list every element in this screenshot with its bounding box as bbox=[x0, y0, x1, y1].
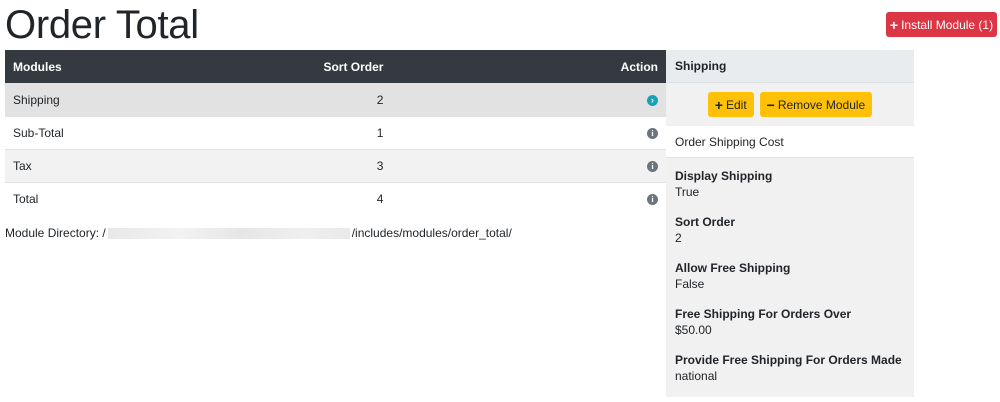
edit-button[interactable]: + Edit bbox=[707, 92, 754, 117]
module-name: Tax bbox=[5, 149, 122, 183]
setting-item: Display Shipping True bbox=[675, 168, 905, 200]
column-header-modules: Modules bbox=[5, 50, 122, 84]
table-header-row: Modules Sort Order Action bbox=[5, 50, 666, 84]
module-description: Order Shipping Cost bbox=[666, 126, 914, 158]
panel-actions: + Edit − Remove Module bbox=[666, 83, 914, 126]
remove-module-label: Remove Module bbox=[777, 97, 866, 112]
setting-key: Provide Free Shipping For Orders Made bbox=[675, 353, 902, 367]
setting-value: True bbox=[675, 185, 700, 199]
info-circle-icon[interactable]: i bbox=[647, 194, 658, 206]
module-name: Shipping bbox=[5, 83, 122, 117]
module-directory-label: Module Directory: / bbox=[5, 226, 106, 240]
table-row[interactable]: Sub-Total 1 i bbox=[5, 116, 666, 150]
module-sort-order: 1 bbox=[121, 116, 573, 150]
setting-key: Free Shipping For Orders Over bbox=[675, 307, 852, 321]
plus-icon: + bbox=[889, 16, 899, 33]
chevron-right-circle-icon[interactable]: › bbox=[647, 95, 658, 107]
redacted-path bbox=[107, 227, 350, 239]
module-name: Sub-Total bbox=[5, 116, 122, 150]
plus-icon: + bbox=[714, 96, 723, 113]
table-row[interactable]: Total 4 i bbox=[5, 182, 666, 215]
minus-icon: − bbox=[766, 96, 775, 113]
setting-item: Allow Free Shipping False bbox=[675, 260, 905, 292]
module-directory: Module Directory: / /includes/modules/or… bbox=[5, 226, 512, 240]
setting-item: Free Shipping For Orders Over $50.00 bbox=[675, 306, 905, 338]
setting-item: Provide Free Shipping For Orders Made na… bbox=[675, 352, 905, 384]
remove-module-button[interactable]: − Remove Module bbox=[759, 92, 873, 117]
panel-title: Shipping bbox=[666, 50, 914, 83]
module-sort-order: 4 bbox=[121, 182, 573, 215]
module-settings: Display Shipping True Sort Order 2 Allow… bbox=[666, 158, 914, 397]
table-row[interactable]: Shipping 2 › bbox=[5, 83, 666, 117]
install-module-button[interactable]: + Install Module (1) bbox=[886, 12, 997, 37]
table-row[interactable]: Tax 3 i bbox=[5, 149, 666, 183]
setting-value: 2 bbox=[675, 231, 682, 245]
info-circle-icon[interactable]: i bbox=[647, 128, 658, 140]
setting-value: $50.00 bbox=[675, 323, 712, 337]
setting-key: Sort Order bbox=[675, 215, 736, 229]
setting-value: False bbox=[675, 277, 705, 291]
column-header-action: Action bbox=[572, 50, 666, 84]
install-module-label: Install Module (1) bbox=[901, 17, 994, 32]
modules-table: Modules Sort Order Action Shipping 2 › S… bbox=[5, 50, 666, 215]
setting-key: Display Shipping bbox=[675, 169, 773, 183]
setting-key: Allow Free Shipping bbox=[675, 261, 791, 275]
column-header-sort-order: Sort Order bbox=[121, 50, 573, 84]
setting-value: national bbox=[675, 369, 718, 383]
edit-label: Edit bbox=[725, 97, 747, 112]
module-name: Total bbox=[5, 182, 122, 215]
module-directory-path: /includes/modules/order_total/ bbox=[351, 226, 512, 240]
page-title: Order Total bbox=[5, 3, 199, 47]
module-sort-order: 2 bbox=[121, 83, 573, 117]
info-circle-icon[interactable]: i bbox=[647, 161, 658, 173]
setting-item: Sort Order 2 bbox=[675, 214, 905, 246]
module-sort-order: 3 bbox=[121, 149, 573, 183]
module-info-panel: Shipping + Edit − Remove Module Order Sh… bbox=[666, 50, 914, 397]
